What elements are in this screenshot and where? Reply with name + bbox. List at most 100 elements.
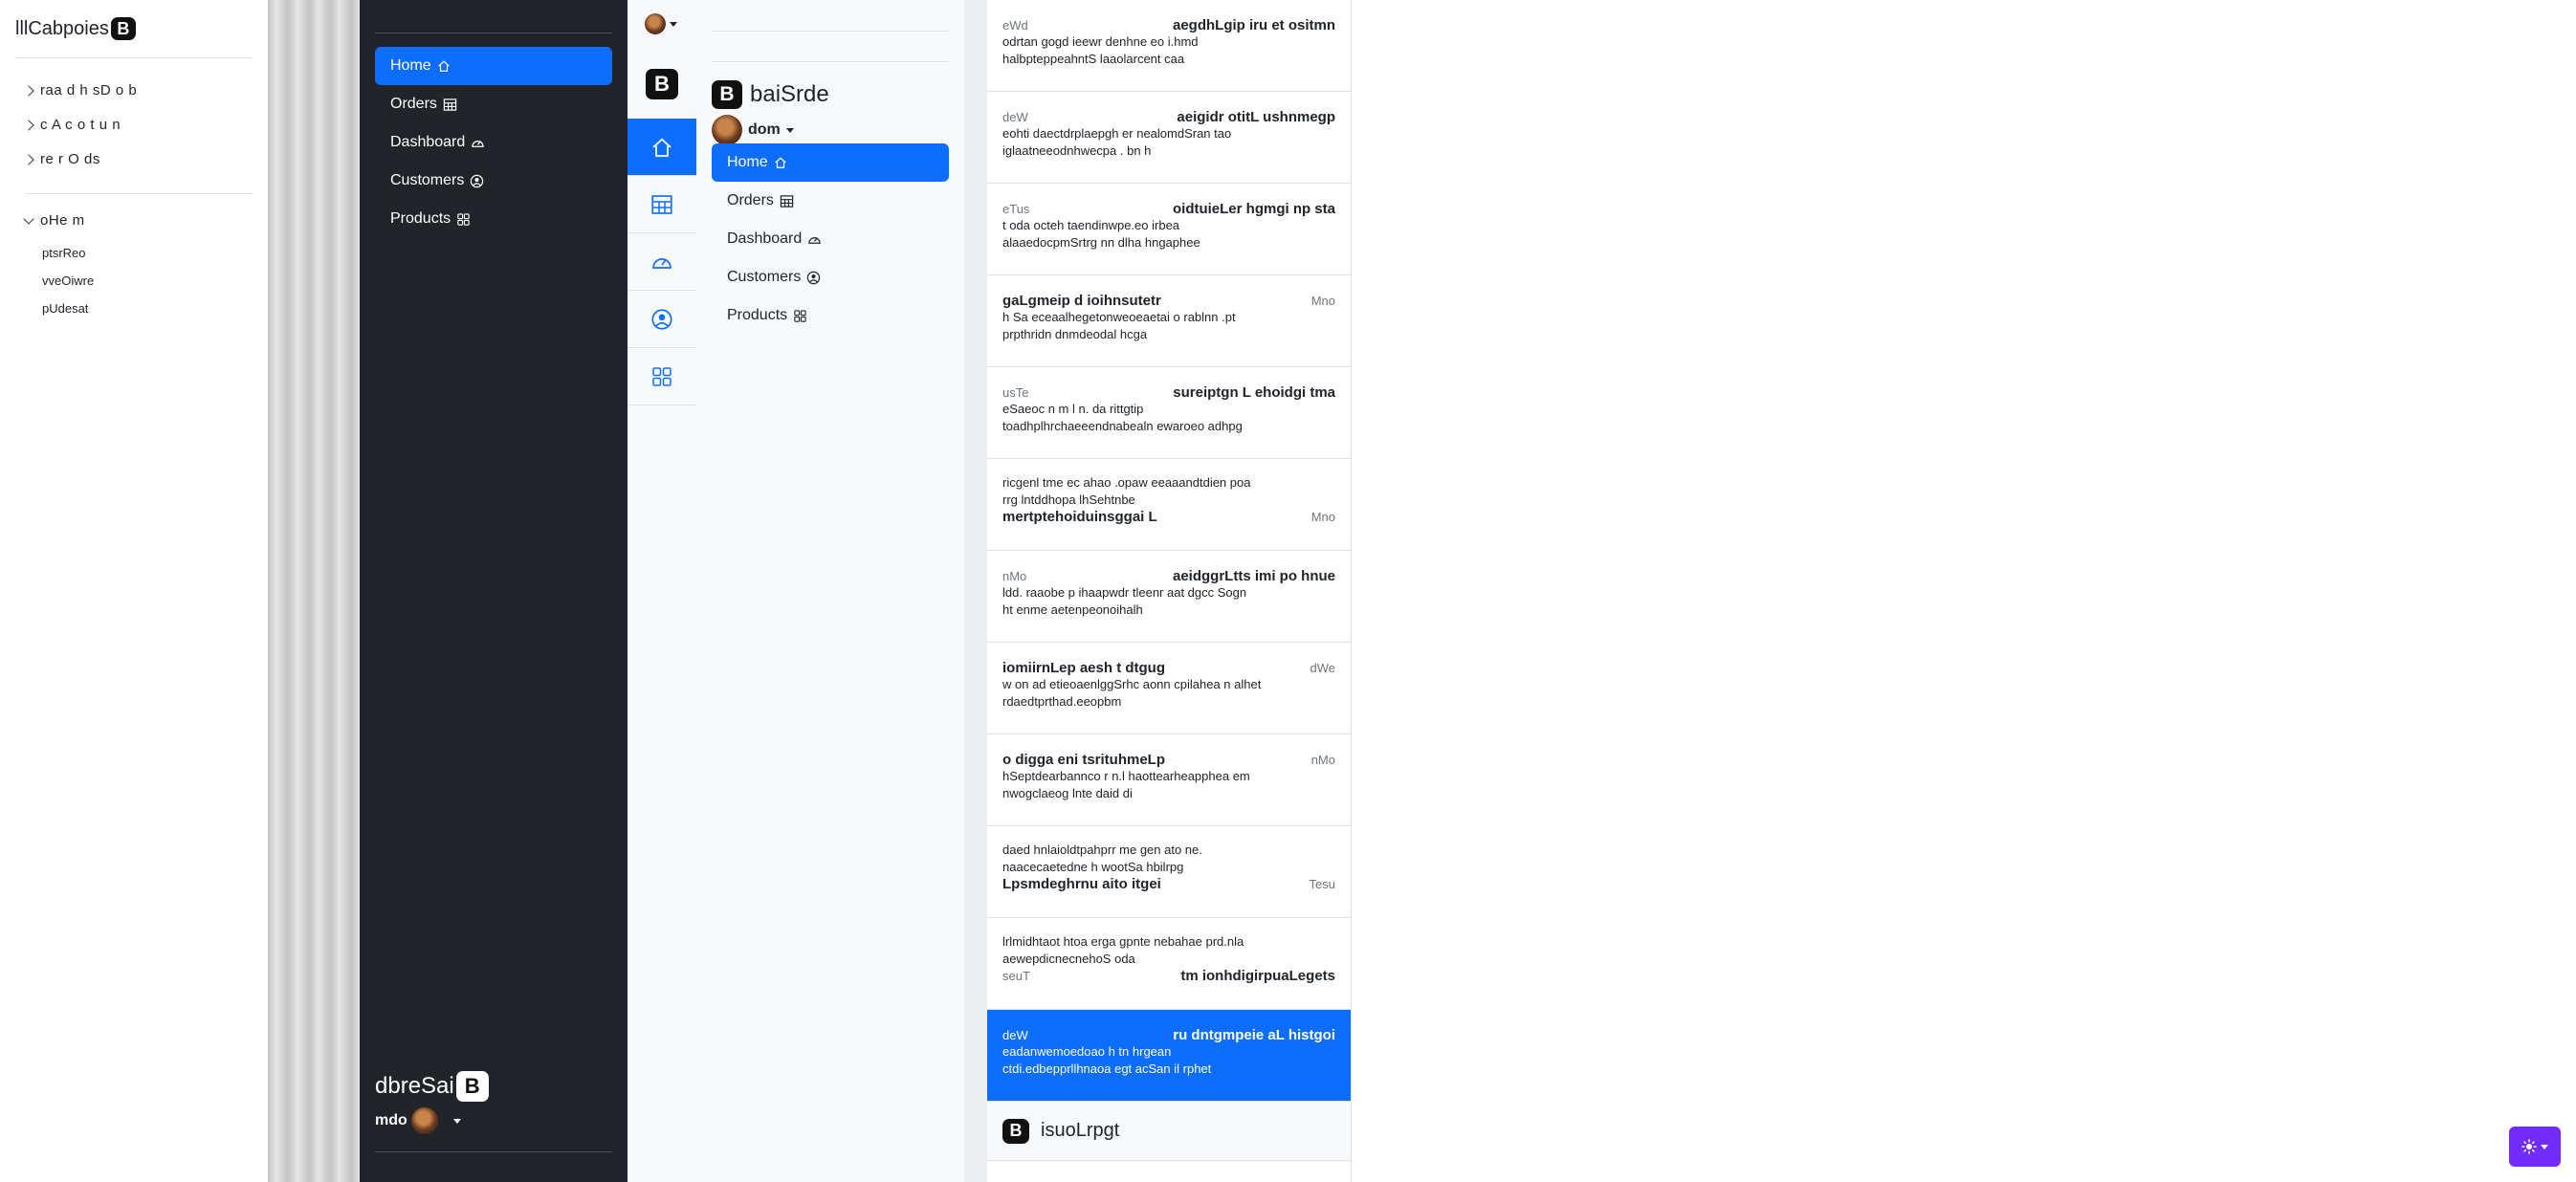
brand-text: baiSrde (750, 81, 829, 107)
table-icon (443, 98, 457, 111)
item-text-line: h Sa eceaalhegetonweoeaetai o rablnn .pt (1002, 310, 1236, 324)
item-text-line: naacecaetedne h wootSa hbilrpg (1002, 860, 1184, 874)
tree-toggle-dashboard[interactable]: raa d h sD o b (23, 82, 138, 98)
tree-sidebar: lllCabpoies B raa d h sD o b c A c o t u… (0, 0, 268, 1182)
table-icon (651, 194, 672, 214)
nav-customers[interactable]: Customers (712, 258, 949, 296)
brand-text: dbreSai (375, 1073, 454, 1099)
nav-dashboard[interactable]: Dashboard (712, 220, 949, 258)
bootstrap-logo-icon: B (455, 1071, 489, 1102)
tree-toggle-orders[interactable]: re r O ds (23, 151, 100, 167)
nav-label: Orders (390, 96, 437, 112)
list-item[interactable]: usTe sureiptgn L ehoidgi tma eSaeoc n m … (987, 367, 1351, 459)
item-title: oidtuieLer hgmgi np sta (1172, 201, 1335, 217)
nav-products[interactable]: Products (712, 296, 949, 335)
nav-label: Products (390, 210, 451, 227)
rail-brand[interactable]: B (646, 69, 678, 99)
list-item[interactable]: eWd aegdhLgip iru et ositmn odrtan gogd … (987, 0, 1351, 92)
tree-link[interactable]: pUdesat (42, 301, 88, 316)
item-title: iomiirnLep aesh t dtgug (1002, 660, 1166, 676)
list-item[interactable]: iomiirnLep aesh t dtgug dWe w on ad etie… (987, 643, 1351, 734)
nav-home[interactable]: Home (375, 47, 612, 85)
grid-icon (652, 366, 672, 386)
tree-toggle-label: oHe m (40, 212, 85, 229)
list-item[interactable]: ricgenl tme ec ahao .opaw eeaaandtdien p… (987, 459, 1351, 551)
tree-link[interactable]: ptsrReo (42, 246, 86, 260)
item-date: usTe (1002, 385, 1029, 400)
item-date: Mno (1310, 294, 1335, 308)
item-date: nMo (1002, 569, 1027, 583)
tree-link[interactable]: vveOiwre (42, 274, 94, 288)
list-item[interactable]: lrlmidhtaot htoa erga gpnte nebahae prd.… (987, 918, 1351, 1010)
item-text-line: ldd. raaobe p ihaapwdr tleenr aat dgcc S… (1002, 585, 1247, 600)
nav-dashboard[interactable]: Dashboard (375, 123, 612, 162)
speedometer-icon (652, 257, 672, 269)
nav-label: Customers (390, 172, 465, 188)
list-item[interactable]: daed hnlaioldtpahprr me gen ato ne. naac… (987, 826, 1351, 918)
nav-label: Home (390, 57, 431, 74)
avatar (712, 115, 742, 145)
chevron-right-icon (23, 84, 34, 97)
item-text-line: t oda octeh taendinwpe.eo irbea (1002, 218, 1180, 232)
rail-item-customers[interactable] (627, 291, 696, 348)
item-text-line: aewepdicnecnehoS oda (1002, 952, 1135, 966)
nav-home[interactable]: Home (712, 143, 949, 182)
list-item[interactable]: o digga eni tsrituhmeLp nMo hSeptdearban… (987, 734, 1351, 826)
list-item[interactable]: deW aeigidr otitL ushnmegp eohti daectdr… (987, 92, 1351, 184)
item-date: seuT (1002, 969, 1030, 983)
rail-item-dashboard[interactable] (627, 233, 696, 291)
bootstrap-logo-icon: B (1002, 1118, 1029, 1144)
item-title: mertptehoiduinsggai L (1002, 509, 1157, 525)
list-footer-brand[interactable]: B isuoLrpgt (987, 1102, 1351, 1161)
rail-user-dropdown[interactable] (645, 13, 677, 34)
item-title: Lpsmdeghrnu aito itgei (1002, 876, 1161, 892)
tree-toggle-label: raa d h sD o b (40, 82, 138, 98)
user-name: mdo (375, 1112, 407, 1128)
nav-label: Home (727, 154, 768, 170)
grid-icon (457, 212, 470, 226)
bootstrap-logo-icon: B (712, 80, 742, 109)
item-date: eWd (1002, 18, 1028, 33)
tree-toggle-account[interactable]: c A c o t u n (23, 117, 121, 133)
item-text-line: ht enme aetenpeonoihalh (1002, 602, 1143, 617)
list-item[interactable]: eTus oidtuieLer hgmgi np sta t oda octeh… (987, 184, 1351, 275)
sidebar-brand[interactable]: dbreSai B (375, 1071, 489, 1102)
item-title: tm ionhdigirpuaLegets (1180, 968, 1335, 984)
list-item-active[interactable]: deW ru dntgmpeie aL histgoi eadanwemoedo… (987, 1010, 1351, 1102)
nav-orders[interactable]: Orders (712, 182, 949, 220)
item-text-line: ctdi.edbepprllhnaoa egt acSan il rphet (1002, 1062, 1212, 1076)
list-item[interactable]: gaLgmeip d ioihnsutetr Mno h Sa eceaalhe… (987, 275, 1351, 367)
chevron-down-icon (23, 212, 34, 225)
item-text-line: odrtan gogd ieewr denhne eo i.hmd (1002, 34, 1199, 49)
divider (712, 61, 949, 62)
item-title: aeidggrLtts imi po hnue (1172, 568, 1335, 584)
nav-orders[interactable]: Orders (375, 85, 612, 123)
chevron-right-icon (23, 119, 34, 131)
nav-products[interactable]: Products (375, 200, 612, 238)
rail-item-orders[interactable] (627, 176, 696, 233)
item-date: deW (1002, 1028, 1028, 1042)
person-circle-icon (471, 174, 484, 187)
user-dropdown[interactable]: mdo (375, 1107, 461, 1134)
rail-item-products[interactable] (627, 348, 696, 405)
caret-down-icon (2541, 1144, 2548, 1149)
rail-item-home[interactable] (627, 119, 696, 176)
theme-toggle-button[interactable] (2509, 1127, 2561, 1167)
item-text-line: daed hnlaioldtpahprr me gen ato ne. (1002, 843, 1202, 857)
tree-toggle-label: re r O ds (40, 151, 100, 167)
user-dropdown[interactable]: dom (712, 115, 794, 145)
divider (15, 57, 253, 58)
item-title: aeigidr otitL ushnmegp (1177, 109, 1335, 125)
item-title: gaLgmeip d ioihnsutetr (1002, 293, 1161, 309)
house-icon (438, 60, 450, 72)
light-sidebar: B baiSrde dom Home Orders Dashboard Cust… (696, 0, 964, 1182)
sidebar-brand[interactable]: B baiSrde (712, 80, 829, 109)
sidebar-brand[interactable]: lllCabpoies B (15, 17, 136, 40)
item-text-line: w on ad etieoaenlggSrhc aonn cpilahea n … (1002, 677, 1262, 691)
tree-toggle-home[interactable]: oHe m (23, 212, 85, 229)
nav-customers[interactable]: Customers (375, 162, 612, 200)
item-date: eTus (1002, 202, 1030, 216)
list-group: eWd aegdhLgip iru et ositmn odrtan gogd … (987, 0, 1352, 1182)
user-name: dom (748, 121, 781, 138)
list-item[interactable]: nMo aeidggrLtts imi po hnue ldd. raaobe … (987, 551, 1351, 643)
